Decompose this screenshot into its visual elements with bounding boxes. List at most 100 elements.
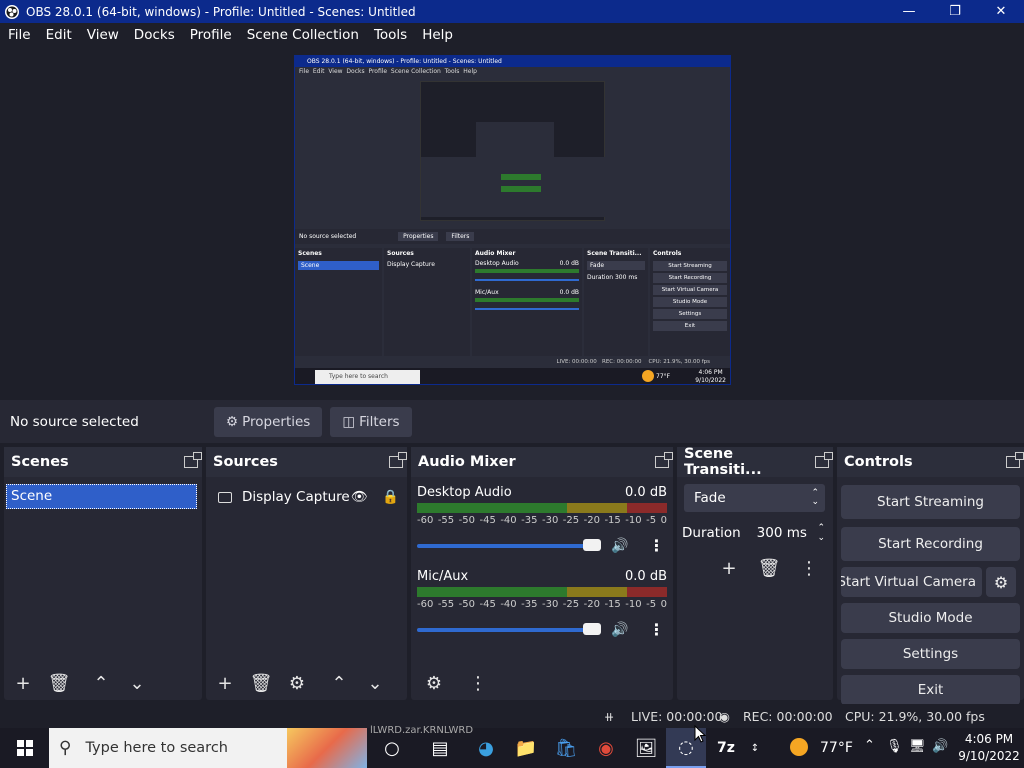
start-streaming-button[interactable]: Start Streaming	[841, 485, 1020, 519]
eye-visibility-icon[interactable]: 👁	[351, 489, 368, 505]
transition-select[interactable]: Fade ⌃ ⌄	[684, 484, 825, 512]
maximize-button[interactable]: ❐	[932, 0, 978, 23]
desktop-audio-meter	[417, 503, 667, 513]
transition-menu-icon[interactable]: ⋮	[794, 554, 824, 582]
scenes-toolbar: + 🗑 ⌃ ⌄	[4, 666, 202, 700]
filters-button[interactable]: ◫ Filters	[330, 406, 412, 437]
lock-icon[interactable]: 🔒	[382, 489, 399, 505]
menu-edit[interactable]: Edit	[38, 27, 79, 43]
audio-mixer-title: Audio Mixer	[418, 454, 516, 470]
remove-scene-trash-icon[interactable]: 🗑	[44, 669, 74, 697]
scene-transitions-dock: Scene Transiti... Fade ⌃ ⌄ Duration 300 m…	[677, 446, 833, 700]
menu-help[interactable]: Help	[414, 27, 460, 43]
move-scene-down-icon[interactable]: ⌄	[122, 669, 152, 697]
window-title: OBS 28.0.1 (64-bit, windows) - Profile: …	[26, 4, 416, 19]
taskbar-scroll-icon[interactable]: ↕	[748, 728, 762, 768]
menu-tools[interactable]: Tools	[366, 27, 414, 43]
search-highlight-icon	[287, 728, 367, 768]
desktop-audio-label: Desktop Audio	[417, 485, 512, 500]
chrome-icon[interactable]: ◉	[586, 728, 626, 768]
move-source-up-icon[interactable]: ⌃	[324, 669, 354, 697]
start-recording-button[interactable]: Start Recording	[841, 527, 1020, 561]
edge-icon[interactable]: ◕	[466, 728, 506, 768]
clock-date: 9/10/2022	[958, 749, 1020, 763]
search-placeholder: Type here to search	[85, 740, 228, 756]
move-scene-up-icon[interactable]: ⌃	[86, 669, 116, 697]
live-time: LIVE: 00:00:00	[631, 709, 723, 724]
mic-aux-meter	[417, 587, 667, 597]
scenes-header: Scenes	[4, 447, 202, 477]
add-source-button[interactable]: +	[210, 669, 240, 697]
record-icon: ◉	[719, 709, 730, 724]
add-scene-button[interactable]: +	[8, 669, 38, 697]
tray-chevron-icon[interactable]: ⌃	[864, 738, 875, 753]
speaker-icon[interactable]: 🔊	[611, 622, 628, 638]
undock-icon[interactable]	[184, 452, 202, 468]
taskbar-search[interactable]: ⚲ Type here to search	[49, 728, 367, 768]
volume-tray-icon[interactable]: 🔊	[932, 739, 948, 754]
duration-label: Duration	[682, 525, 741, 541]
windows-start-icon[interactable]	[0, 728, 49, 768]
desktop-audio-volume-slider[interactable]	[417, 538, 601, 551]
menu-view[interactable]: View	[79, 27, 126, 43]
sources-header: Sources	[206, 447, 407, 477]
undock-icon[interactable]	[389, 452, 407, 468]
duration-spinbox[interactable]: 300 ms ⌃ ⌄	[751, 520, 825, 546]
start-virtual-camera-button[interactable]: Start Virtual Camera	[841, 567, 982, 597]
speaker-icon[interactable]: 🔊	[611, 538, 628, 554]
taskbar: ⚲ Type here to search lLWRD.zar.KRNLWRD …	[0, 725, 1024, 768]
source-properties-gear-icon[interactable]: ⚙	[282, 669, 312, 697]
more-options-icon[interactable]: ⋮	[648, 536, 664, 555]
mini-audio-dock: Audio Mixer Desktop Audio 0.0 dB Mic/Aux 0…	[472, 248, 582, 356]
menu-file[interactable]: File	[0, 27, 38, 43]
virtual-camera-gear-icon[interactable]: ⚙	[986, 567, 1016, 597]
undock-icon[interactable]	[1006, 452, 1024, 468]
remove-source-trash-icon[interactable]: 🗑	[246, 669, 276, 697]
mic-aux-db: 0.0 dB	[625, 569, 667, 584]
transition-selected: Fade	[694, 490, 726, 506]
scene-item[interactable]: Scene	[6, 484, 197, 509]
file-explorer-icon[interactable]: 📁	[506, 728, 546, 768]
move-source-down-icon[interactable]: ⌄	[360, 669, 390, 697]
spin-arrows-icon[interactable]: ⌃ ⌄	[817, 523, 825, 543]
app-icon[interactable]: 🖼	[626, 728, 666, 768]
menu-profile[interactable]: Profile	[182, 27, 239, 43]
mouse-cursor-icon	[694, 725, 706, 743]
task-view-icon[interactable]: ▤	[420, 728, 460, 768]
sources-title: Sources	[213, 454, 278, 470]
undock-icon[interactable]	[655, 452, 673, 468]
audio-menu-icon[interactable]: ⋮	[463, 669, 493, 697]
settings-button[interactable]: Settings	[841, 639, 1020, 669]
mic-aux-volume-slider[interactable]	[417, 622, 601, 635]
minimize-button[interactable]: —	[886, 0, 932, 23]
advanced-audio-gear-icon[interactable]: ⚙	[419, 669, 449, 697]
exit-button[interactable]: Exit	[841, 675, 1020, 705]
more-options-icon[interactable]: ⋮	[648, 620, 664, 639]
add-transition-button[interactable]: +	[714, 554, 744, 582]
undock-icon[interactable]	[815, 452, 833, 468]
source-item[interactable]: Display Capture 👁 🔒	[218, 487, 399, 507]
no-source-label: No source selected	[10, 413, 139, 430]
network-icon[interactable]: 🖥	[909, 739, 926, 754]
audio-mixer-header: Audio Mixer	[411, 447, 673, 477]
7zip-icon[interactable]: 7z	[706, 728, 746, 768]
close-button[interactable]: ✕	[978, 0, 1024, 23]
preview-display-capture[interactable]: OBS 28.0.1 (64-bit, windows) - Profile: …	[294, 55, 731, 385]
weather-sun-icon[interactable]	[790, 738, 808, 756]
mic-tray-icon[interactable]: 🎙	[886, 739, 903, 754]
studio-mode-button[interactable]: Studio Mode	[841, 603, 1020, 633]
remove-transition-trash-icon[interactable]: 🗑	[754, 554, 784, 582]
mini-controls-dock: Controls Start Streaming Start Recording…	[650, 248, 730, 356]
store-icon[interactable]: 🛍	[546, 728, 586, 768]
menu-docks[interactable]: Docks	[126, 27, 182, 43]
weather-temp[interactable]: 77°F	[820, 740, 853, 756]
duration-row: Duration 300 ms ⌃ ⌄	[682, 520, 825, 546]
menu-scene-collection[interactable]: Scene Collection	[239, 27, 366, 43]
cpu-fps: CPU: 21.9%, 30.00 fps	[845, 709, 985, 724]
cortana-icon[interactable]: ○	[372, 728, 412, 768]
clock[interactable]: 4:06 PM 9/10/2022	[958, 731, 1020, 765]
properties-button[interactable]: ⚙ Properties	[214, 406, 323, 437]
rec-time: REC: 00:00:00	[743, 709, 833, 724]
filters-label: Filters	[359, 413, 400, 430]
search-icon: ⚲	[59, 738, 72, 758]
